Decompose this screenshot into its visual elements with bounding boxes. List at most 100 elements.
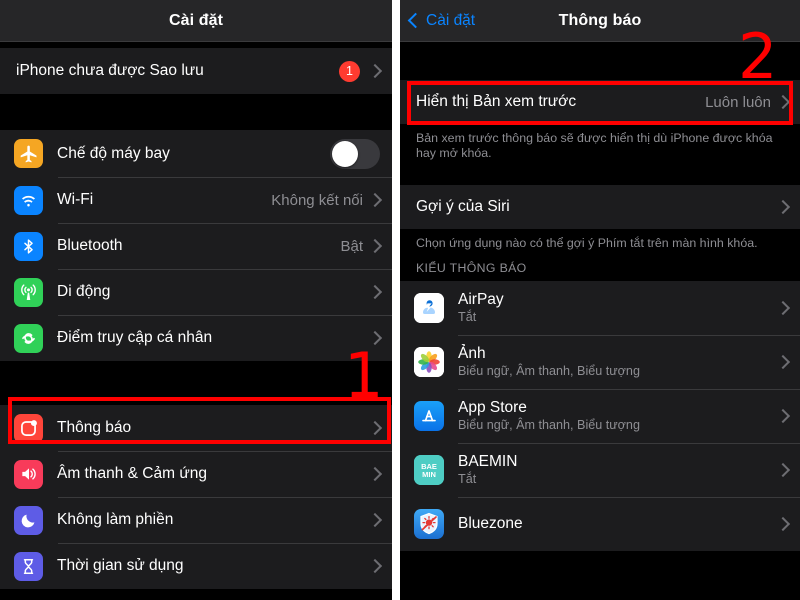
- chevron-right-icon: [367, 238, 383, 254]
- list-item[interactable]: Ảnh Biểu ngữ, Âm thanh, Biểu tượng: [400, 335, 800, 389]
- chevron-right-icon: [367, 330, 383, 346]
- cellular-icon: [14, 277, 43, 307]
- sidebar-item-label: Âm thanh & Cảm ứng: [57, 465, 207, 482]
- list-item[interactable]: BAE MIN BAEMIN Tắt: [400, 443, 800, 497]
- toggle-knob: [332, 140, 358, 167]
- sidebar-item-label: Di động: [57, 283, 111, 300]
- list-item-text: Ảnh Biểu ngữ, Âm thanh, Biểu tượng: [458, 345, 778, 379]
- app-status: Tắt: [458, 310, 477, 324]
- chevron-right-icon: [367, 192, 383, 208]
- row-show-previews[interactable]: Hiển thị Bản xem trước Luôn luôn: [400, 80, 800, 124]
- siri-footnote: Chọn ứng dụng nào có thể gợi ý Phím tắt …: [400, 229, 800, 257]
- show-previews-value: Luôn luôn: [705, 93, 771, 111]
- chevron-right-icon: [775, 462, 791, 478]
- chevron-right-icon: [367, 420, 383, 436]
- hotspot-icon: [14, 323, 43, 353]
- sidebar-item-bluetooth[interactable]: Bluetooth Bật: [0, 223, 392, 269]
- chevron-right-icon: [367, 512, 383, 528]
- chevron-right-icon: [367, 466, 383, 482]
- group-spacer: [0, 94, 392, 130]
- right-phone-screen: Cài đặt Thông báo Hiển thị Bản xem trước…: [400, 0, 800, 600]
- notifications-group: Thông báo Âm thanh & Cảm ứng Không làm p…: [0, 405, 392, 589]
- page-title: Thông báo: [558, 11, 642, 29]
- back-button-label: Cài đặt: [426, 11, 476, 29]
- app-status: Tắt: [458, 472, 477, 486]
- bottom-spacer: [0, 589, 392, 599]
- list-item-text: BAEMIN Tắt: [458, 453, 778, 487]
- backup-group: iPhone chưa được Sao lưu 1: [0, 48, 392, 94]
- sidebar-item-personal-hotspot[interactable]: Điểm truy cập cá nhân: [0, 315, 392, 361]
- right-navbar: Cài đặt Thông báo: [400, 0, 800, 42]
- sounds-icon: [14, 459, 43, 489]
- app-notification-list: AirPay Tắt Ảnh Biểu ngữ, Âm thanh, Biểu …: [400, 281, 800, 551]
- siri-label: Gợi ý của Siri: [416, 198, 510, 215]
- siri-group: Gợi ý của Siri: [400, 185, 800, 229]
- app-name: Bluezone: [458, 514, 523, 532]
- bluetooth-status-value: Bật: [340, 237, 363, 255]
- chevron-left-icon: [407, 12, 424, 29]
- left-navbar: Cài đặt: [0, 0, 392, 42]
- app-status: Biểu ngữ, Âm thanh, Biểu tượng: [458, 418, 640, 432]
- notifications-icon: [14, 413, 43, 443]
- sidebar-item-label: Wi-Fi: [57, 191, 94, 208]
- row-backup[interactable]: iPhone chưa được Sao lưu 1: [0, 48, 392, 94]
- screen-time-icon: [14, 551, 43, 581]
- page-title: Cài đặt: [168, 11, 224, 29]
- chevron-right-icon: [775, 199, 791, 215]
- photos-icon: [414, 347, 444, 377]
- sidebar-item-label: Điểm truy cập cá nhân: [57, 329, 213, 346]
- group-spacer: [0, 361, 392, 405]
- airplane-mode-toggle[interactable]: [330, 138, 380, 169]
- list-item[interactable]: Bluezone: [400, 497, 800, 551]
- sidebar-item-label: Bluetooth: [57, 237, 123, 254]
- chevron-right-icon: [367, 558, 383, 574]
- sidebar-item-label: Chế độ máy bay: [57, 144, 170, 162]
- list-item[interactable]: App Store Biểu ngữ, Âm thanh, Biểu tượng: [400, 389, 800, 443]
- status-badge: 1: [339, 60, 360, 82]
- sidebar-item-label: Thông báo: [57, 419, 132, 436]
- sidebar-item-cellular[interactable]: Di động: [0, 269, 392, 315]
- chevron-right-icon: [775, 300, 791, 316]
- airpay-icon: [414, 293, 444, 323]
- chevron-right-icon: [775, 94, 791, 110]
- chevron-right-icon: [775, 354, 791, 370]
- screen-divider: [392, 0, 400, 600]
- top-spacer: [400, 42, 800, 80]
- back-button[interactable]: Cài đặt: [407, 0, 476, 41]
- app-status: Biểu ngữ, Âm thanh, Biểu tượng: [458, 364, 640, 378]
- bluetooth-icon: [14, 231, 43, 261]
- list-item-text: AirPay Tắt: [458, 291, 778, 325]
- app-name: App Store: [458, 399, 527, 416]
- connectivity-group: Chế độ máy bay Wi-Fi Không kết nối Bluet…: [0, 130, 392, 361]
- list-item-text: Bluezone: [458, 515, 778, 534]
- backup-label: iPhone chưa được Sao lưu: [16, 62, 204, 79]
- sidebar-item-label: Thời gian sử dụng: [57, 557, 184, 574]
- wifi-status-value: Không kết nối: [271, 191, 363, 209]
- app-name: BAEMIN: [458, 453, 518, 470]
- section-header-notification-style: KIỂU THÔNG BÁO: [400, 257, 800, 281]
- sidebar-item-wifi[interactable]: Wi-Fi Không kết nối: [0, 177, 392, 223]
- sidebar-item-label: Không làm phiền: [57, 511, 174, 528]
- chevron-right-icon: [775, 408, 791, 424]
- chevron-right-icon: [367, 284, 383, 300]
- list-item[interactable]: AirPay Tắt: [400, 281, 800, 335]
- app-name: AirPay: [458, 291, 504, 308]
- chevron-right-icon: [775, 516, 791, 532]
- wifi-icon: [14, 185, 43, 215]
- group-spacer: [400, 171, 800, 185]
- row-siri-suggestions[interactable]: Gợi ý của Siri: [400, 185, 800, 229]
- sidebar-item-screen-time[interactable]: Thời gian sử dụng: [0, 543, 392, 589]
- chevron-right-icon: [367, 63, 383, 79]
- sidebar-item-airplane-mode[interactable]: Chế độ máy bay: [0, 130, 392, 177]
- bluezone-icon: [414, 509, 444, 539]
- sidebar-item-do-not-disturb[interactable]: Không làm phiền: [0, 497, 392, 543]
- sidebar-item-sounds-haptics[interactable]: Âm thanh & Cảm ứng: [0, 451, 392, 497]
- sidebar-item-notifications[interactable]: Thông báo: [0, 405, 392, 451]
- show-previews-group: Hiển thị Bản xem trước Luôn luôn: [400, 80, 800, 124]
- list-item-text: App Store Biểu ngữ, Âm thanh, Biểu tượng: [458, 399, 778, 433]
- airplane-icon: [14, 139, 43, 168]
- show-previews-label: Hiển thị Bản xem trước: [416, 93, 577, 110]
- baemin-icon: BAE MIN: [414, 455, 444, 485]
- app-name: Ảnh: [458, 345, 486, 362]
- appstore-icon: [414, 401, 444, 431]
